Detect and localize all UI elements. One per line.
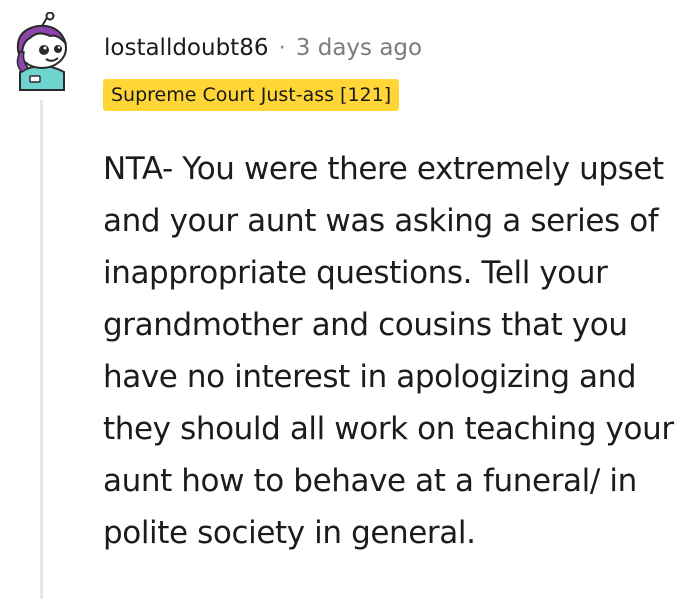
comment: lostalldoubt86 · 3 days ago Supreme Cour… <box>0 0 700 599</box>
comment-meta: lostalldoubt86 · 3 days ago <box>104 30 422 66</box>
comment-body: NTA- You were there extremely upset and … <box>103 151 674 551</box>
snoo-avatar-icon[interactable] <box>8 12 76 92</box>
thread-line[interactable] <box>40 100 43 599</box>
meta-separator: · <box>278 35 286 61</box>
timestamp[interactable]: 3 days ago <box>296 35 422 61</box>
username-link[interactable]: lostalldoubt86 <box>104 35 268 61</box>
user-flair-badge: Supreme Court Just-ass [121] <box>103 79 400 111</box>
